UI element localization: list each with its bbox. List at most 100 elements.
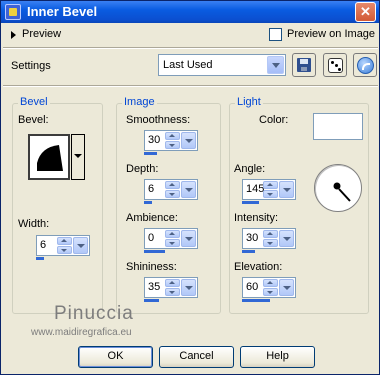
light-angle-dial[interactable] — [314, 164, 362, 212]
angle-up-icon[interactable] — [263, 181, 278, 189]
angle-label: Angle: — [234, 163, 266, 175]
shininess-down-icon[interactable] — [165, 288, 180, 296]
depth-dropdown-icon[interactable] — [181, 181, 196, 198]
ok-button[interactable]: OK — [78, 346, 153, 368]
settings-label: Settings — [11, 60, 51, 72]
preset-value: Last Used — [163, 59, 213, 71]
preview-on-image-checkbox[interactable] — [269, 28, 282, 41]
watermark-brand: Pinuccia — [54, 303, 134, 324]
depth-spinbox[interactable]: 6 — [144, 179, 198, 200]
randomize-button[interactable] — [323, 53, 347, 77]
divider-top — [3, 47, 378, 49]
window-title: Inner Bevel — [27, 4, 98, 19]
angle-down-icon[interactable] — [263, 190, 278, 198]
shininess-value: 35 — [148, 281, 161, 293]
elevation-down-icon[interactable] — [263, 288, 278, 296]
elevation-value: 60 — [246, 281, 259, 293]
smoothness-stepper[interactable] — [165, 132, 180, 149]
preview-label: Preview — [22, 28, 62, 40]
smoothness-down-icon[interactable] — [165, 141, 180, 149]
width-dropdown-icon[interactable] — [73, 237, 88, 254]
elevation-spinbox[interactable]: 60 — [242, 277, 296, 298]
elevation-dropdown-icon[interactable] — [279, 279, 294, 296]
bevel-shape-preview[interactable] — [28, 134, 70, 180]
save-icon — [297, 58, 311, 72]
angle-stepper[interactable] — [263, 181, 278, 198]
ambience-spinbox[interactable]: 0 — [144, 228, 198, 249]
smoothness-slider-fill — [144, 152, 157, 155]
intensity-down-icon[interactable] — [263, 239, 278, 247]
width-slider[interactable] — [36, 257, 78, 260]
shininess-stepper[interactable] — [165, 279, 180, 296]
shininess-slider-fill — [144, 299, 159, 302]
angle-slider-fill — [242, 201, 259, 204]
ambience-down-icon[interactable] — [165, 239, 180, 247]
depth-up-icon[interactable] — [165, 181, 180, 189]
bevel-shape-label: Bevel: — [18, 114, 49, 126]
smoothness-dropdown-icon[interactable] — [181, 132, 196, 149]
light-color-label: Color: — [259, 114, 289, 126]
intensity-spinbox[interactable]: 30 — [242, 228, 296, 249]
preset-dropdown[interactable]: Last Used — [158, 54, 286, 76]
elevation-label: Elevation: — [234, 261, 283, 273]
width-up-icon[interactable] — [57, 237, 72, 245]
title-bar[interactable]: Inner Bevel ✕ — [1, 1, 379, 23]
ambience-dropdown-icon[interactable] — [181, 230, 196, 247]
ambience-value: 0 — [148, 232, 155, 244]
smoothness-spinbox[interactable]: 30 — [144, 130, 198, 151]
ambience-stepper[interactable] — [165, 230, 180, 247]
depth-stepper[interactable] — [165, 181, 180, 198]
watermark-url: www.maidiregrafica.eu — [31, 327, 132, 338]
intensity-up-icon[interactable] — [263, 230, 278, 238]
divider-middle — [3, 85, 378, 87]
bevel-group-title: Bevel — [18, 96, 50, 108]
intensity-stepper[interactable] — [263, 230, 278, 247]
light-color-swatch[interactable] — [313, 113, 363, 140]
width-label: Width: — [18, 218, 50, 230]
smoothness-value: 30 — [148, 134, 161, 146]
elevation-slider-fill — [242, 299, 271, 302]
shininess-up-icon[interactable] — [165, 279, 180, 287]
close-button[interactable]: ✕ — [355, 2, 376, 22]
width-slider-fill — [36, 257, 45, 260]
angle-dropdown-icon[interactable] — [279, 181, 294, 198]
width-value: 6 — [40, 239, 47, 251]
depth-label: Depth: — [126, 163, 159, 175]
intensity-label: Intensity: — [234, 212, 279, 224]
cancel-button[interactable]: Cancel — [159, 346, 234, 368]
bevel-shape-dropdown[interactable] — [71, 134, 85, 180]
dice-icon — [328, 58, 343, 73]
ambience-up-icon[interactable] — [165, 230, 180, 238]
width-stepper[interactable] — [57, 237, 72, 254]
help-button[interactable]: Help — [240, 346, 315, 368]
width-spinbox[interactable]: 6 — [36, 235, 90, 256]
intensity-dropdown-icon[interactable] — [279, 230, 294, 247]
shininess-dropdown-icon[interactable] — [181, 279, 196, 296]
width-down-icon[interactable] — [57, 246, 72, 254]
bevel-shape-icon — [37, 145, 63, 171]
intensity-slider-fill — [242, 250, 255, 253]
depth-slider[interactable] — [144, 201, 186, 204]
save-preset-button[interactable] — [292, 53, 316, 77]
elevation-stepper[interactable] — [263, 279, 278, 296]
smoothness-up-icon[interactable] — [165, 132, 180, 140]
elevation-up-icon[interactable] — [263, 279, 278, 287]
smoothness-slider[interactable] — [144, 152, 186, 155]
reset-button[interactable] — [353, 53, 377, 77]
intensity-slider[interactable] — [242, 250, 284, 253]
depth-value: 6 — [148, 183, 155, 195]
ambience-slider-fill — [144, 250, 165, 253]
elevation-slider[interactable] — [242, 299, 284, 302]
ambience-slider[interactable] — [144, 250, 186, 253]
inner-bevel-dialog: Inner Bevel ✕ Preview Preview on Image S… — [0, 0, 380, 375]
angle-spinbox[interactable]: 145 — [242, 179, 296, 200]
ambience-label: Ambience: — [126, 212, 178, 224]
depth-down-icon[interactable] — [165, 190, 180, 198]
shininess-slider[interactable] — [144, 299, 186, 302]
angle-slider[interactable] — [242, 201, 284, 204]
shininess-spinbox[interactable]: 35 — [144, 277, 198, 298]
image-group-title: Image — [122, 96, 157, 108]
close-icon: ✕ — [360, 4, 371, 19]
chevron-down-icon[interactable] — [267, 56, 284, 74]
angle-needle-icon — [333, 182, 351, 202]
